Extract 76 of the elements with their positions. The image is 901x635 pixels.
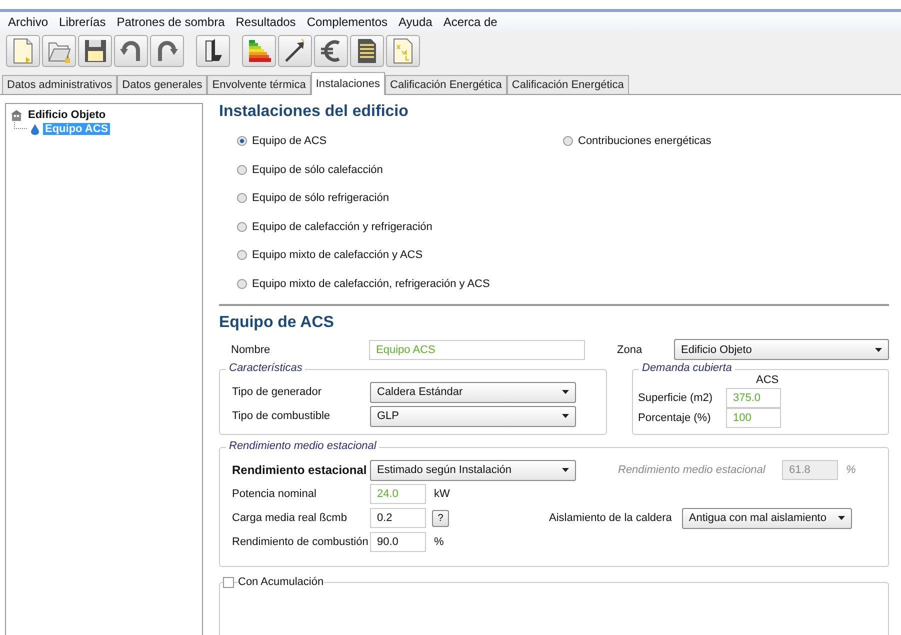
help-button[interactable]: ? (432, 510, 449, 526)
tab[interactable]: Datos administrativos (2, 75, 118, 94)
tab[interactable]: Instalaciones (310, 72, 386, 95)
section-title: Instalaciones del edificio (219, 103, 410, 121)
menu-item[interactable]: Patrones de sombra (116, 15, 225, 29)
field-label: Rendimiento estacional (231, 463, 368, 477)
radio-button[interactable] (237, 222, 247, 232)
toolbar-button[interactable] (350, 35, 384, 67)
menu-item[interactable]: Complementos (306, 15, 388, 29)
group-title: Características (226, 362, 306, 374)
checkbox-label: Con Acumulación (238, 576, 324, 588)
radio-button[interactable] (237, 136, 247, 146)
field-label: Potencia nominal (231, 488, 318, 500)
water-drop-icon (31, 124, 39, 134)
section-title: Equipo de ACS (219, 314, 335, 332)
save-icon (82, 37, 108, 65)
energy-rating-icon (246, 37, 272, 65)
radio-button[interactable] (237, 193, 247, 204)
field-label: Zona (617, 344, 644, 356)
dropdown[interactable]: Estimado según Instalación (370, 460, 576, 480)
group-title: Demanda cubierta (639, 362, 735, 374)
menu-item[interactable]: Resultados (236, 15, 296, 29)
tab[interactable]: Datos generales (117, 75, 208, 94)
dropdown[interactable]: Caldera Estándar (370, 382, 576, 402)
dropdown[interactable]: Antigua con mal aislamiento (682, 508, 852, 528)
unit-label: % (434, 536, 444, 548)
caret-icon (562, 414, 569, 418)
radio-label: Contribuciones energéticas (578, 135, 712, 148)
field-label: Aislamiento de la caldera (549, 512, 672, 524)
unit-label: kW (434, 488, 450, 500)
toolbar-button[interactable] (242, 35, 276, 67)
caret-icon (562, 390, 569, 394)
tab[interactable]: Envolvente térmica (207, 75, 311, 94)
menu-item[interactable]: Librerías (59, 15, 106, 29)
zone-dropdown[interactable]: Edificio Objeto (674, 339, 889, 360)
menu-item[interactable]: Ayuda (398, 15, 432, 29)
caret-icon (562, 468, 569, 472)
field-label: Rendimiento de combustión (231, 536, 370, 548)
toolbar-button[interactable] (150, 35, 184, 67)
radio-label: Equipo mixto de calefacción y ACS (252, 249, 423, 262)
tab[interactable]: Calificación Energética (506, 75, 629, 94)
toolbar-button[interactable] (78, 35, 112, 67)
menu-item[interactable]: Archivo (8, 15, 48, 29)
field-label: Nombre (230, 344, 272, 356)
caret-icon (875, 348, 882, 352)
radio-label: Equipo de calefacción y refrigeración (252, 220, 432, 233)
tree-item[interactable]: Edificio Objeto (26, 109, 108, 121)
dropdown[interactable]: GLP (370, 406, 576, 426)
field-label: Superficie (m2) (638, 392, 714, 404)
checkbox[interactable] (223, 576, 234, 588)
unit-label: % (846, 464, 856, 476)
radio-button[interactable] (563, 136, 573, 146)
radio-button[interactable] (237, 250, 247, 260)
radio-label: Equipo de sólo calefacción (252, 164, 383, 176)
field-label: Tipo de generador (231, 386, 322, 398)
toolbar-button[interactable] (278, 35, 312, 67)
input-field[interactable]: 90.0 (370, 532, 426, 552)
readout-field: 61.8 (782, 460, 838, 480)
field-label: Porcentaje (%) (638, 412, 712, 424)
input-field[interactable]: 0.2 (370, 508, 426, 528)
menu-item[interactable]: Acerca de (443, 15, 498, 29)
radio-label: Equipo de ACS (252, 135, 327, 148)
tab[interactable]: Calificación Energética (385, 75, 507, 94)
field-label: Carga media real ßcmb (231, 512, 348, 524)
radio-label: Equipo de sólo refrigeración (252, 192, 389, 204)
radio-button[interactable] (237, 164, 247, 175)
caret-icon (838, 516, 845, 520)
toolbar-button[interactable] (314, 35, 348, 67)
radio-label: Equipo mixto de calefacción, refrigeración y ACS (252, 278, 490, 290)
radio-button[interactable] (237, 278, 247, 289)
group-title: Rendimiento medio estacional (226, 440, 380, 452)
field-label: Rendimiento medio estacional (618, 464, 766, 476)
toolbar-button[interactable] (114, 35, 148, 67)
column-header: ACS (756, 374, 780, 388)
field-label: Tipo de combustible (231, 410, 332, 422)
toolbar-button[interactable] (196, 35, 230, 67)
